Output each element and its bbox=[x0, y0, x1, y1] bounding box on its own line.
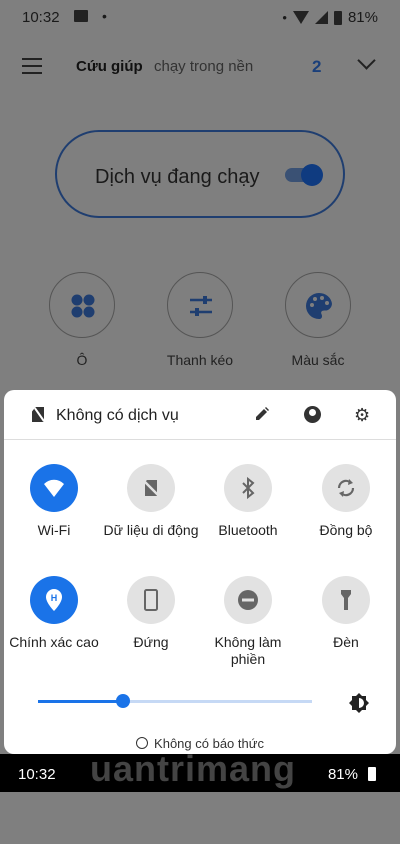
carrier-status: Không có dịch vụ bbox=[56, 407, 179, 424]
brightness-thumb[interactable] bbox=[115, 694, 130, 708]
feature-grid-label: Ô bbox=[76, 352, 88, 368]
status-bar: 10:32 • • 81% bbox=[0, 0, 400, 34]
watermark: uantrimang bbox=[90, 748, 297, 789]
running-label: Dịch vụ đang chạy bbox=[95, 166, 260, 188]
portrait-icon bbox=[127, 576, 175, 624]
svg-text:H: H bbox=[51, 593, 58, 603]
tile-wifi[interactable]: Wi-Fi bbox=[4, 464, 104, 539]
tab-other[interactable]: chạy trong nền bbox=[154, 58, 253, 75]
wifi-icon bbox=[30, 464, 78, 512]
grid-icon bbox=[49, 272, 115, 338]
edit-icon[interactable] bbox=[255, 407, 269, 421]
tile-sync-label: Đồng bộ bbox=[319, 522, 373, 538]
brightness-slider[interactable] bbox=[38, 694, 312, 708]
tile-bluetooth[interactable]: Bluetooth bbox=[198, 464, 298, 539]
quick-settings-panel: Không có dịch vụ ⚙ Wi-Fi Dữ liệu di động… bbox=[4, 390, 396, 754]
chevron-down-icon[interactable] bbox=[357, 51, 376, 70]
dot-icon: • bbox=[282, 10, 287, 25]
tile-location[interactable]: H Chính xác cao bbox=[4, 576, 104, 651]
count-badge: 2 bbox=[312, 57, 322, 76]
bottom-battery: 81% bbox=[327, 766, 358, 783]
battery-icon bbox=[333, 10, 342, 25]
palette-icon bbox=[285, 272, 351, 338]
battery-icon bbox=[368, 767, 376, 781]
mobile-data-off-icon bbox=[127, 464, 175, 512]
tile-mobile-data[interactable]: Dữ liệu di động bbox=[101, 464, 201, 539]
feature-palette[interactable]: Màu sắc bbox=[284, 272, 352, 368]
sliders-icon bbox=[167, 272, 233, 338]
tile-bluetooth-label: Bluetooth bbox=[218, 522, 278, 538]
wifi-status-icon bbox=[292, 11, 309, 24]
app-bar: Cứu giúp chạy trong nền 2 bbox=[0, 50, 400, 84]
tile-sync[interactable]: Đồng bộ bbox=[296, 464, 396, 539]
tile-dnd[interactable]: Không làm phiền bbox=[198, 576, 298, 668]
flashlight-icon bbox=[322, 576, 370, 624]
location-high-accuracy-icon: H bbox=[30, 576, 78, 624]
menu-icon[interactable] bbox=[22, 58, 42, 74]
bottom-time: 10:32 bbox=[18, 766, 56, 783]
feature-sliders[interactable]: Thanh kéo bbox=[166, 272, 234, 368]
tile-wifi-label: Wi-Fi bbox=[37, 522, 71, 538]
status-battery: 81% bbox=[347, 9, 378, 26]
image-notification-icon bbox=[74, 10, 88, 22]
tile-flashlight[interactable]: Đèn bbox=[296, 576, 396, 651]
settings-icon[interactable]: ⚙ bbox=[354, 406, 370, 424]
running-service-card[interactable]: Dịch vụ đang chạy bbox=[55, 130, 345, 218]
tile-location-label: Chính xác cao bbox=[9, 634, 99, 650]
feature-palette-label: Màu sắc bbox=[291, 352, 345, 368]
feature-grid[interactable]: Ô bbox=[48, 272, 116, 368]
running-toggle[interactable] bbox=[285, 164, 323, 186]
do-not-disturb-icon bbox=[224, 576, 272, 624]
tile-rotation-label: Đứng bbox=[133, 634, 169, 650]
tile-rotation[interactable]: Đứng bbox=[101, 576, 201, 651]
auto-brightness-icon[interactable] bbox=[348, 692, 370, 714]
sync-icon bbox=[322, 464, 370, 512]
tile-flashlight-label: Đèn bbox=[333, 634, 359, 650]
feature-sliders-label: Thanh kéo bbox=[166, 352, 234, 368]
tile-mobile-data-label: Dữ liệu di động bbox=[103, 522, 199, 538]
no-sim-icon bbox=[32, 407, 44, 422]
tab-active[interactable]: Cứu giúp bbox=[76, 58, 143, 75]
tile-dnd-label: Không làm phiền bbox=[214, 634, 282, 667]
brightness-fill bbox=[38, 700, 123, 703]
signal-icon bbox=[314, 11, 328, 24]
quick-settings-header: Không có dịch vụ ⚙ bbox=[4, 390, 396, 440]
bluetooth-icon bbox=[224, 464, 272, 512]
notification-dot-icon: • bbox=[102, 8, 107, 24]
user-icon[interactable] bbox=[304, 406, 321, 423]
status-time: 10:32 bbox=[22, 9, 60, 26]
